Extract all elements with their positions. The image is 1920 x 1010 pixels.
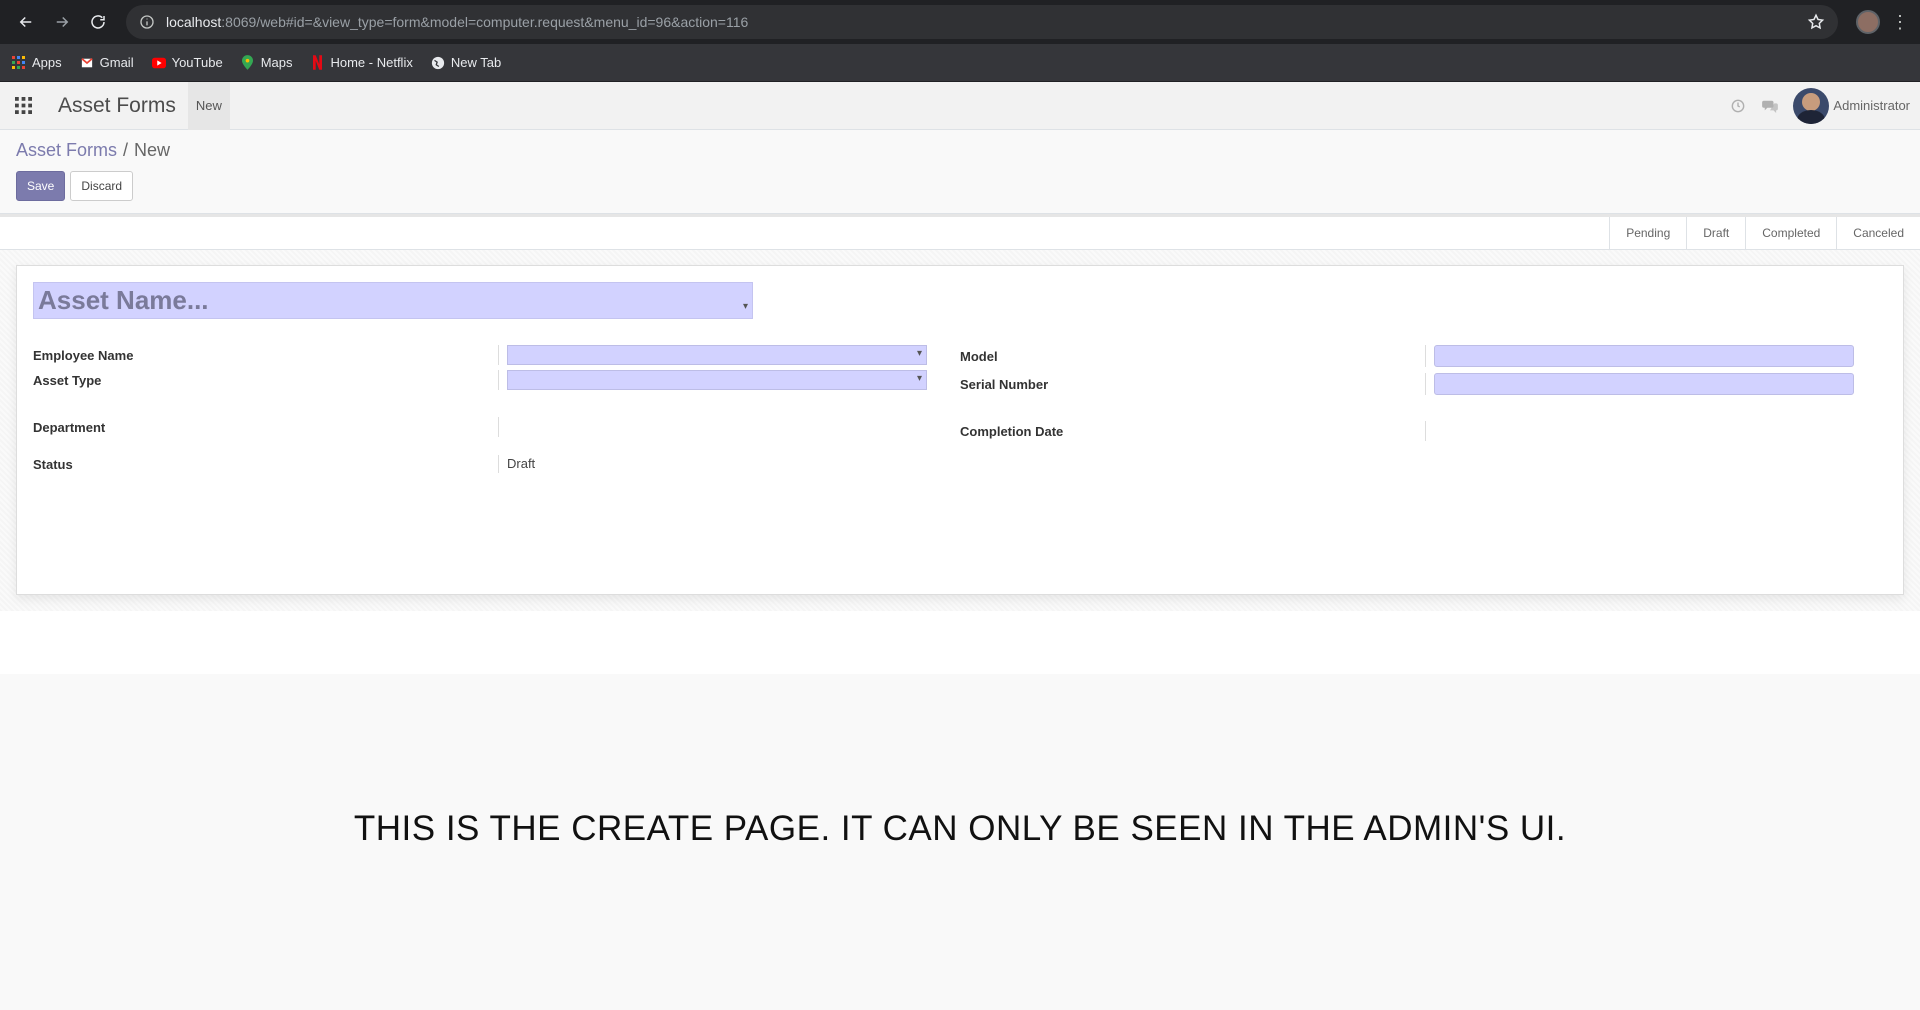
asset-type-label: Asset Type: [33, 372, 102, 388]
gmail-icon: [80, 56, 94, 70]
main-navbar: Asset Forms New Administrator: [0, 81, 1920, 130]
discard-button[interactable]: Discard: [70, 171, 134, 201]
bookmark-label: Maps: [260, 55, 293, 70]
bookmark-new-tab[interactable]: New Tab: [431, 55, 501, 70]
reload-icon[interactable]: [82, 6, 114, 38]
youtube-icon: [151, 56, 166, 70]
sheet-background: Asset Name... ▾ Employee Name ▾ Asset Ty…: [0, 250, 1920, 611]
app-title[interactable]: Asset Forms: [46, 94, 188, 118]
bookmark-label: Home - Netflix: [330, 55, 413, 70]
messaging-chat-icon[interactable]: [1761, 97, 1779, 115]
browser-profile-avatar[interactable]: [1856, 10, 1880, 34]
bookmark-gmail[interactable]: Gmail: [80, 55, 134, 70]
stage-completed[interactable]: Completed: [1745, 217, 1836, 249]
asset-name-placeholder: Asset Name...: [38, 285, 209, 315]
form-footer-space: [0, 611, 1920, 674]
model-input[interactable]: [1434, 345, 1854, 367]
breadcrumb-parent[interactable]: Asset Forms: [16, 140, 117, 161]
completion-date-value: [1425, 421, 1887, 441]
url-text[interactable]: localhost:8069/web#id=&view_type=form&mo…: [166, 14, 748, 30]
browser-toolbar: localhost:8069/web#id=&view_type=form&mo…: [0, 0, 1920, 44]
apps-grid-icon: [12, 55, 26, 70]
user-avatar[interactable]: [1793, 87, 1830, 124]
model-label: Model: [960, 348, 998, 364]
forward-arrow-icon[interactable]: [46, 6, 78, 38]
maps-icon: [241, 55, 255, 70]
admin-notice-text: THIS IS THE CREATE PAGE. IT CAN ONLY BE …: [353, 809, 1567, 848]
bookmark-label: Apps: [32, 55, 62, 70]
chevron-down-icon[interactable]: ▾: [743, 301, 748, 312]
asset-name-input[interactable]: Asset Name... ▾: [33, 282, 753, 319]
stage-canceled[interactable]: Canceled: [1836, 217, 1920, 249]
serial-number-label: Serial Number: [960, 376, 1049, 392]
employee-name-label: Employee Name: [33, 347, 134, 363]
bookmark-maps[interactable]: Maps: [241, 55, 293, 70]
department-label: Department: [33, 419, 106, 435]
status-bar: Pending Draft Completed Canceled: [1609, 217, 1920, 249]
bookmark-label: YouTube: [171, 55, 223, 70]
stage-pending[interactable]: Pending: [1609, 217, 1686, 249]
globe-icon: [431, 56, 445, 70]
breadcrumb-separator: /: [123, 140, 129, 160]
completion-date-label: Completion Date: [960, 423, 1064, 439]
form-header: Pending Draft Completed Canceled: [0, 214, 1920, 250]
systray: Administrator: [1729, 87, 1920, 124]
address-bar[interactable]: localhost:8069/web#id=&view_type=form&mo…: [126, 5, 1838, 39]
form-fields: Employee Name ▾ Asset Type ▾ Department: [33, 343, 1887, 475]
netflix-icon: [310, 55, 324, 70]
bookmark-youtube[interactable]: YouTube: [151, 55, 223, 70]
menu-new[interactable]: New: [187, 81, 230, 130]
bookmark-star-icon[interactable]: [1806, 12, 1826, 32]
form-buttons: Save Discard: [16, 171, 1904, 201]
status-value: Draft: [507, 456, 536, 471]
form-sheet: Asset Name... ▾ Employee Name ▾ Asset Ty…: [16, 265, 1904, 595]
breadcrumb-current: New: [134, 140, 171, 160]
browser-menu-icon[interactable]: ⋮: [1890, 12, 1910, 33]
bookmark-label: Gmail: [99, 55, 134, 70]
bookmark-label: New Tab: [450, 55, 502, 70]
app-menu-grid-icon[interactable]: [0, 82, 46, 130]
user-name[interactable]: Administrator: [1833, 98, 1910, 113]
asset-type-select[interactable]: ▾: [507, 370, 927, 390]
bookmark-apps[interactable]: Apps: [12, 55, 62, 70]
admin-notice: THIS IS THE CREATE PAGE. IT CAN ONLY BE …: [0, 674, 1920, 984]
bookmarks-bar: Apps Gmail YouTube Maps Home - Netflix N…: [0, 44, 1920, 82]
save-button[interactable]: Save: [16, 171, 66, 201]
right-column: Model Serial Number Completion Date: [960, 343, 1887, 475]
url-host: localhost: [166, 14, 222, 30]
left-column: Employee Name ▾ Asset Type ▾ Department: [33, 343, 960, 475]
url-path: :8069/web#id=&view_type=form&model=compu…: [221, 14, 749, 30]
control-panel: Asset Forms / New Save Discard: [0, 130, 1920, 214]
status-label: Status: [33, 456, 73, 472]
serial-number-input[interactable]: [1434, 373, 1854, 395]
stage-draft[interactable]: Draft: [1686, 217, 1745, 249]
site-info-icon[interactable]: [138, 13, 156, 31]
back-arrow-icon[interactable]: [10, 6, 42, 38]
form-view: Pending Draft Completed Canceled Asset N…: [0, 214, 1920, 674]
bookmark-netflix[interactable]: Home - Netflix: [310, 55, 413, 70]
chevron-down-icon[interactable]: ▾: [917, 373, 922, 384]
chevron-down-icon[interactable]: ▾: [917, 348, 922, 359]
employee-name-select[interactable]: ▾: [507, 345, 927, 365]
activity-clock-icon[interactable]: [1729, 97, 1747, 115]
department-value: [498, 417, 960, 437]
breadcrumb: Asset Forms / New: [16, 140, 1904, 161]
